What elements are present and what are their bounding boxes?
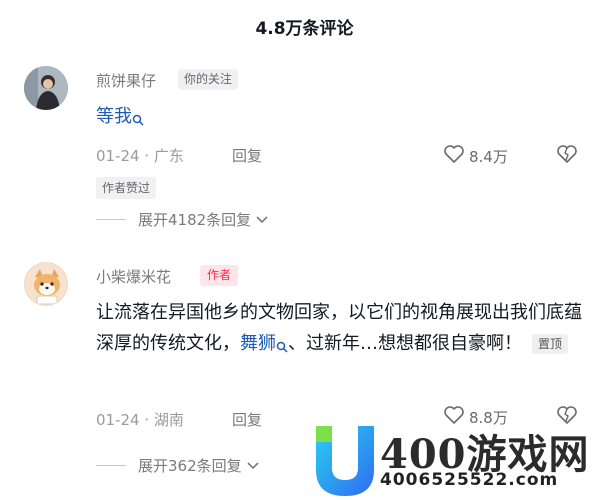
pinned-badge: 置顶 xyxy=(532,334,569,354)
expand-replies-button[interactable]: 展开362条回复 xyxy=(96,455,260,476)
comment-meta: 01-24 · 广东 xyxy=(96,147,184,165)
comment-date: 01-24 xyxy=(96,411,140,429)
reply-button[interactable]: 回复 xyxy=(232,145,262,166)
like-button[interactable]: 8.4万 xyxy=(443,144,508,168)
expand-replies-label: 展开4182条回复 xyxy=(138,211,252,229)
author-tag: 作者 xyxy=(200,265,239,286)
following-tag: 你的关注 xyxy=(178,69,239,90)
comment-location: 广东 xyxy=(153,147,184,165)
watermark-number: 4006525522.com xyxy=(380,470,559,490)
comment-username[interactable]: 煎饼果仔 xyxy=(96,70,156,91)
expand-replies-button[interactable]: 展开4182条回复 xyxy=(96,209,269,230)
comment-text: 让流落在异国他乡的文物回家，以它们的视角展现出我们底蕴深厚的传统文化，舞狮 、过新… xyxy=(96,297,596,363)
comment-meta: 01-24 · 湖南 xyxy=(96,411,184,429)
comment-location: 湖南 xyxy=(153,411,184,429)
author-liked-badge: 作者赞过 xyxy=(96,177,157,199)
comments-count-title: 4.8万条评论 xyxy=(255,19,354,39)
avatar[interactable] xyxy=(24,262,68,306)
like-count: 8.4万 xyxy=(469,147,508,166)
search-keyword-link[interactable]: 舞狮 xyxy=(240,333,276,354)
avatar[interactable] xyxy=(24,66,68,110)
chevron-down-icon xyxy=(255,211,269,229)
expand-replies-label: 展开362条回复 xyxy=(138,457,242,475)
search-keyword-link[interactable]: 等我 xyxy=(96,106,132,127)
reply-button[interactable]: 回复 xyxy=(232,409,262,430)
comment-date: 01-24 xyxy=(96,147,140,165)
broken-heart-icon[interactable] xyxy=(556,144,578,168)
comment-username[interactable]: 小柴爆米花 xyxy=(96,266,171,287)
heart-icon xyxy=(443,144,465,168)
comment-text: 等我 xyxy=(96,101,144,136)
search-icon[interactable] xyxy=(276,332,288,363)
search-icon[interactable] xyxy=(132,105,144,136)
chevron-down-icon xyxy=(246,457,260,475)
